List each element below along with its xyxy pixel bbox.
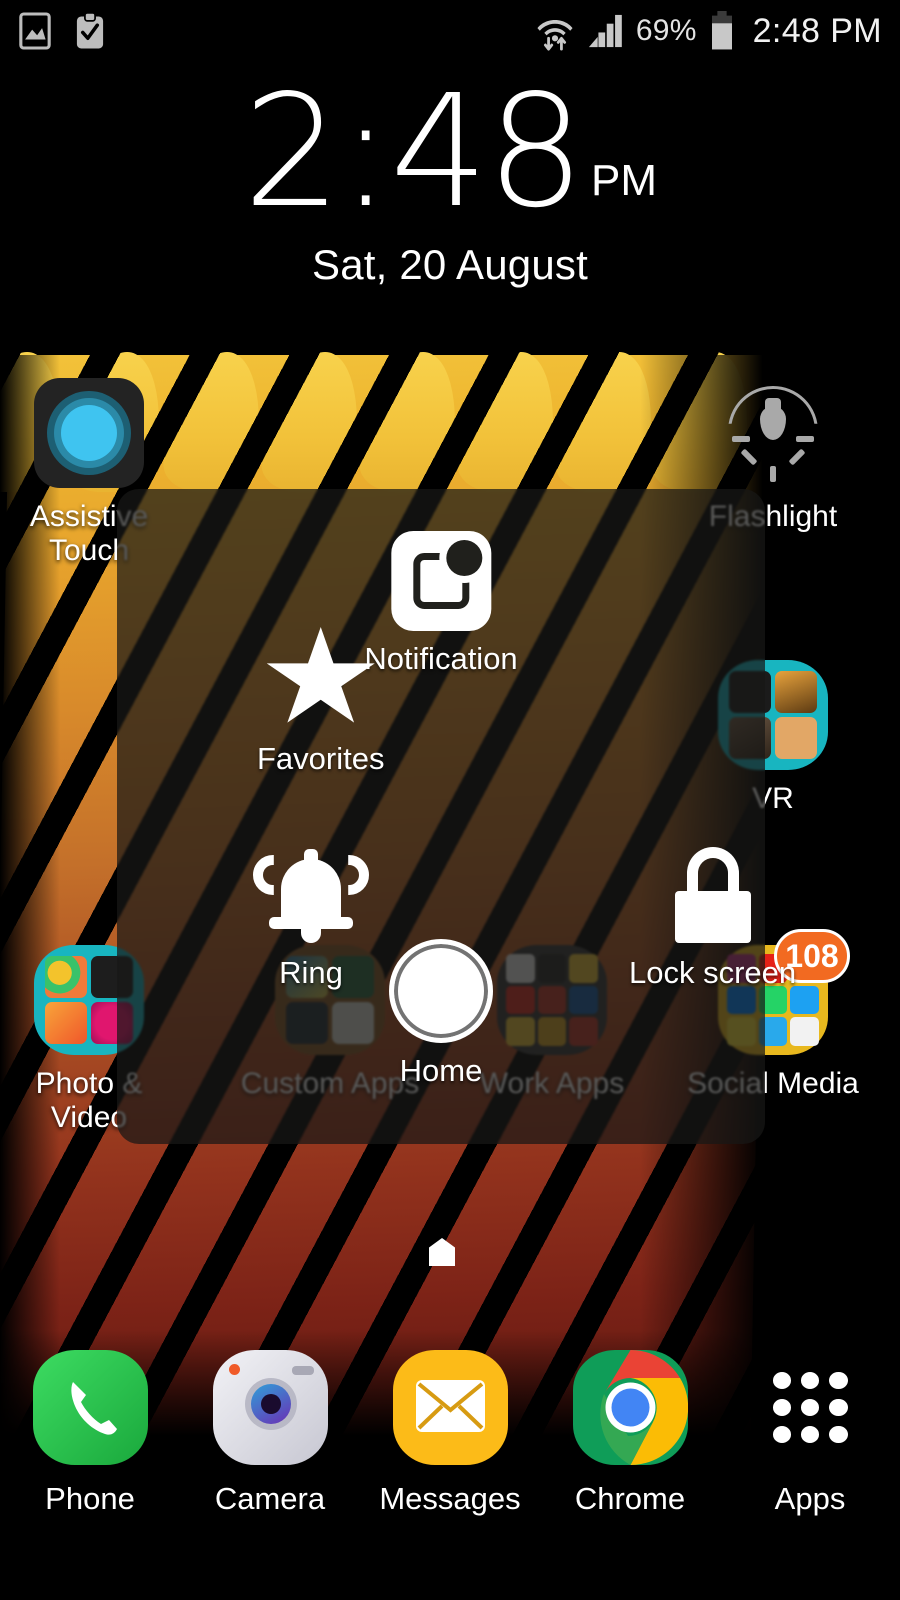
dock-label: Camera bbox=[214, 1481, 326, 1516]
battery-percent-label: 69% bbox=[635, 14, 697, 47]
phone-icon bbox=[32, 1350, 148, 1465]
dock-label: Chrome bbox=[574, 1481, 686, 1516]
screenshot-icon bbox=[19, 12, 51, 50]
at-notification[interactable]: Notification bbox=[364, 531, 518, 677]
signal-bars-icon bbox=[588, 14, 622, 48]
at-lock-screen[interactable]: Lock screen bbox=[629, 841, 796, 991]
status-bar-clock: 2:48 PM bbox=[752, 11, 882, 50]
lock-icon bbox=[659, 841, 767, 945]
clock-widget[interactable]: 2:48 PM Sat, 20 August bbox=[0, 61, 900, 289]
at-home[interactable]: Home bbox=[389, 939, 493, 1089]
apps-grid-icon bbox=[753, 1350, 868, 1465]
chrome-icon bbox=[572, 1350, 688, 1465]
status-bar[interactable]: 69% 2:48 PM bbox=[0, 0, 900, 62]
assistive-touch-menu-panel[interactable]: Notification Favorites Ring Lock screen … bbox=[117, 489, 796, 1144]
wifi-data-icon bbox=[537, 20, 573, 51]
flashlight-icon bbox=[718, 378, 828, 488]
at-favorites[interactable]: Favorites bbox=[257, 627, 384, 777]
clock-row: 2:48 PM bbox=[0, 61, 900, 242]
messages-icon bbox=[392, 1350, 508, 1465]
dock-item-messages[interactable]: Messages bbox=[360, 1350, 540, 1580]
dock-label: Messages bbox=[379, 1481, 521, 1516]
clock-time: 2:48 bbox=[242, 61, 585, 242]
at-item-label: Home bbox=[399, 1053, 483, 1088]
at-item-label: Favorites bbox=[257, 741, 385, 776]
dock-item-phone[interactable]: Phone bbox=[0, 1350, 180, 1580]
bell-icon bbox=[253, 841, 369, 945]
notification-icon bbox=[390, 531, 491, 631]
home-circle-icon bbox=[389, 939, 493, 1043]
dock: Phone Camera Messages Chrome Apps bbox=[0, 1350, 900, 1580]
camera-icon bbox=[212, 1350, 328, 1465]
at-item-label: Notification bbox=[364, 641, 518, 676]
at-ring[interactable]: Ring bbox=[253, 841, 369, 991]
clipboard-check-icon bbox=[76, 12, 104, 49]
at-item-label: Lock screen bbox=[629, 955, 797, 990]
dock-item-apps[interactable]: Apps bbox=[720, 1350, 900, 1580]
dock-item-camera[interactable]: Camera bbox=[180, 1350, 360, 1580]
dock-label: Phone bbox=[45, 1481, 135, 1516]
clock-ampm: PM bbox=[591, 156, 658, 206]
star-icon bbox=[266, 627, 375, 723]
status-bar-left bbox=[18, 12, 106, 50]
home-page-icon[interactable] bbox=[429, 1238, 455, 1266]
dock-label: Apps bbox=[774, 1481, 846, 1516]
dock-item-chrome[interactable]: Chrome bbox=[540, 1350, 720, 1580]
clock-date: Sat, 20 August bbox=[311, 241, 588, 289]
house-glyph bbox=[429, 1238, 455, 1266]
at-item-label: Ring bbox=[279, 955, 343, 990]
status-bar-right: 69% 2:48 PM bbox=[536, 10, 882, 52]
assistive-touch-icon bbox=[34, 378, 144, 488]
battery-icon bbox=[711, 11, 732, 50]
